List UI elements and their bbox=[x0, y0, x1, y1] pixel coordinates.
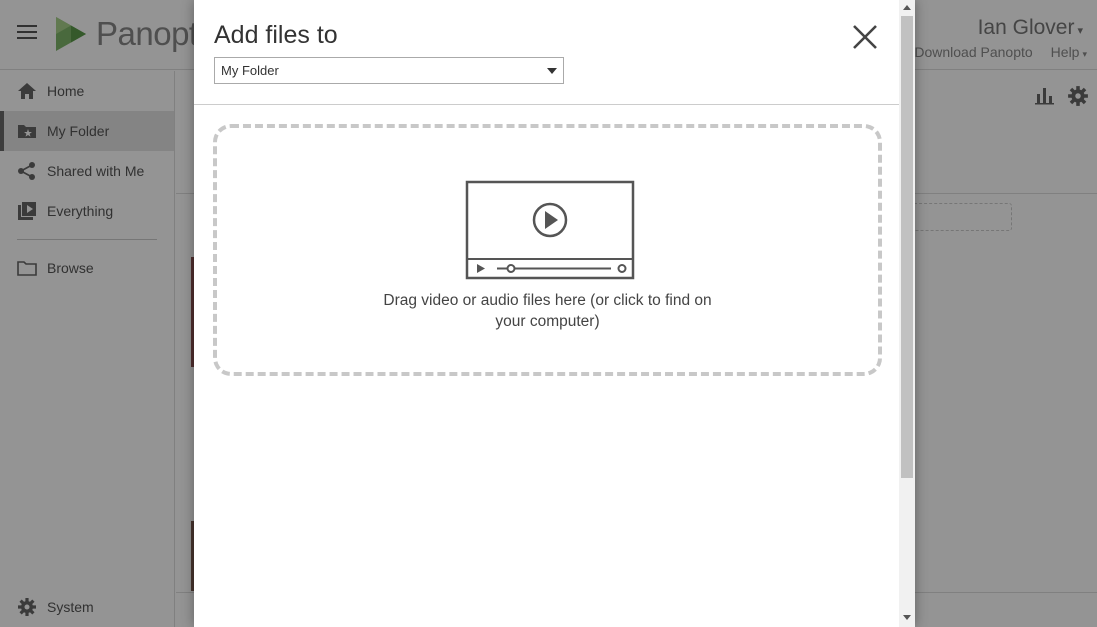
dropdown-arrow-icon bbox=[547, 68, 557, 74]
folder-select[interactable]: My Folder bbox=[214, 57, 564, 84]
scroll-up-arrow-icon[interactable] bbox=[903, 5, 911, 10]
dialog-title: Add files to bbox=[214, 21, 338, 49]
folder-select-value: My Folder bbox=[221, 63, 279, 78]
close-icon bbox=[853, 25, 877, 49]
close-button[interactable] bbox=[850, 22, 880, 52]
dialog-scrollbar[interactable] bbox=[899, 0, 915, 627]
scrollbar-thumb[interactable] bbox=[901, 16, 913, 478]
scroll-down-arrow-icon[interactable] bbox=[903, 615, 911, 620]
dropzone-instructions: Drag video or audio files here (or click… bbox=[383, 292, 712, 330]
header-divider bbox=[194, 104, 899, 105]
add-files-dialog: Add files to My Folder Drag video or aud… bbox=[194, 0, 915, 627]
video-player-icon bbox=[465, 180, 635, 280]
file-dropzone[interactable]: Drag video or audio files here (or click… bbox=[213, 124, 882, 376]
